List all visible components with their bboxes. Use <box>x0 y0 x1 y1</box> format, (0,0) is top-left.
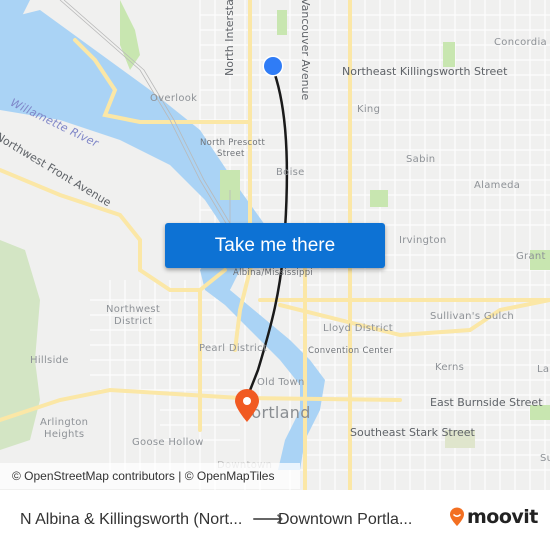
label-pearl-district: Pearl District <box>199 343 268 354</box>
route-footer: N Albina & Killingsworth (Nort... ⟶ Down… <box>0 490 550 550</box>
label-ne-killingsworth: Northeast Killingsworth Street <box>342 65 508 78</box>
label-old-town: Old Town <box>257 377 305 388</box>
moovit-logo[interactable]: moovit <box>449 506 538 528</box>
label-e-burnside: East Burnside Street <box>430 396 543 409</box>
label-hillside: Hillside <box>30 355 69 366</box>
label-concordia: Concordia <box>494 37 547 48</box>
label-grant: Grant <box>516 251 546 262</box>
take-me-there-button[interactable]: Take me there <box>165 223 385 268</box>
label-irvington: Irvington <box>399 235 447 246</box>
origin-name: N Albina & Killingsworth (Nort... <box>20 511 243 528</box>
label-sabin: Sabin <box>406 154 436 165</box>
label-overlook: Overlook <box>150 93 198 104</box>
label-northwest: Northwest <box>106 304 161 315</box>
map-attribution[interactable]: © OpenStreetMap contributors | © OpenMap… <box>0 463 300 489</box>
label-arlington: Arlington <box>40 417 89 428</box>
moovit-pin-icon <box>450 507 464 526</box>
label-lloyd-district: Lloyd District <box>323 323 394 334</box>
origin-marker-icon[interactable] <box>261 55 285 79</box>
map[interactable]: North Interstate Vancouver Avenue Concor… <box>0 0 550 490</box>
label-district: District <box>114 316 153 327</box>
label-sullivans-gulch: Sullivan's Gulch <box>430 311 515 322</box>
label-heights: Heights <box>44 429 85 440</box>
label-north-prescott: North Prescott <box>200 138 266 148</box>
destination-pin-icon[interactable] <box>233 388 261 424</box>
label-sunnyside: Su <box>540 453 550 464</box>
label-albina-mississippi: Albina/Mississippi <box>233 268 314 278</box>
label-kerns: Kerns <box>435 362 465 373</box>
moovit-wordmark: moovit <box>467 506 538 528</box>
label-convention-center: Convention Center <box>308 346 393 356</box>
label-boise: Boise <box>276 167 305 178</box>
label-laurelhurst: La <box>537 364 550 375</box>
label-alameda: Alameda <box>474 180 521 191</box>
destination-name: Downtown Portla... <box>278 511 413 528</box>
label-north-interstate: North Interstate <box>223 0 236 76</box>
label-vancouver-avenue: Vancouver Avenue <box>299 0 312 101</box>
label-king: King <box>357 104 381 115</box>
label-north-prescott-street: Street <box>217 149 245 159</box>
label-se-stark: Southeast Stark Street <box>350 426 475 439</box>
label-goose-hollow: Goose Hollow <box>132 437 204 448</box>
